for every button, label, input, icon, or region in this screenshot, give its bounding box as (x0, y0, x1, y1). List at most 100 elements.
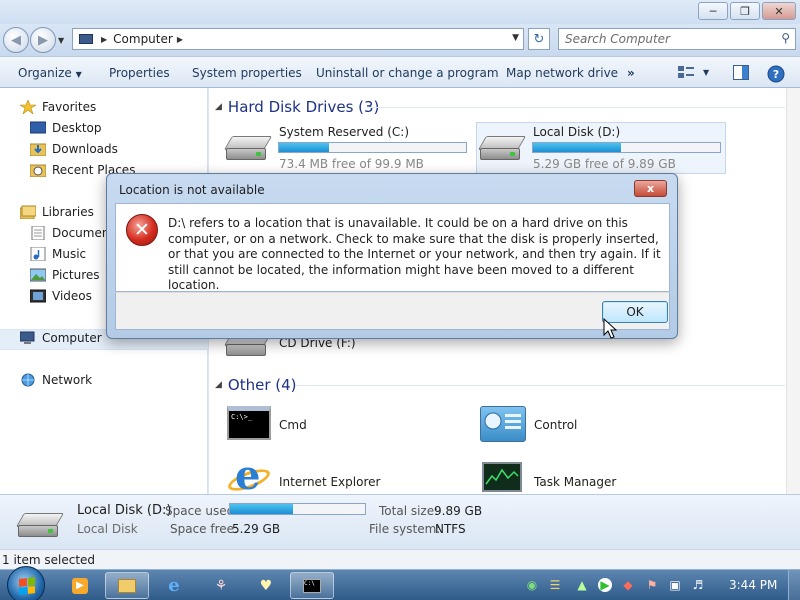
breadcrumb-computer[interactable]: Computer (113, 32, 173, 46)
start-button[interactable] (7, 566, 45, 600)
vertical-scrollbar[interactable] (786, 88, 800, 494)
downloads-folder-icon (29, 142, 47, 157)
collapse-arrow-icon[interactable]: ◢ (215, 380, 222, 390)
window-titlebar: ─ ❐ ✕ (0, 0, 800, 24)
organize-label: Organize (18, 66, 72, 80)
map-network-drive-button[interactable]: Map network drive (506, 66, 618, 80)
libraries-icon (19, 205, 37, 220)
cmd-shortcut[interactable]: C:\>_ Cmd (227, 406, 427, 446)
tray-app-icon[interactable]: ▲ (575, 578, 589, 592)
task-manager-shortcut[interactable]: Task Manager (480, 460, 680, 494)
nav-downloads[interactable]: Downloads (29, 142, 118, 157)
space-free-value: 5.29 GB (232, 522, 281, 536)
task-manager-icon (482, 462, 522, 492)
nav-videos[interactable]: Videos (29, 289, 92, 303)
error-message: D:\ refers to a location that is unavail… (168, 216, 661, 292)
tray-monitor-icon[interactable]: ▣ (668, 578, 682, 592)
taskbar-media-player[interactable]: ▶ (58, 572, 102, 599)
drive-c-free-space: 73.4 MB free of 99.9 MB (279, 157, 424, 171)
taskbar-app[interactable]: ♥ (244, 572, 288, 599)
computer-icon (79, 34, 93, 44)
show-desktop-button[interactable] (788, 570, 800, 600)
control-label: Control (534, 418, 578, 432)
dialog-body: ✕ D:\ refers to a location that is unava… (115, 203, 670, 292)
nav-music-label: Music (52, 247, 87, 261)
tray-play-icon[interactable]: ▶ (598, 578, 612, 592)
taskbar-cmd[interactable]: C:\ (290, 572, 334, 599)
window-controls: ─ ❐ ✕ (698, 2, 796, 20)
uninstall-program-button[interactable]: Uninstall or change a program (316, 66, 499, 80)
internet-explorer-icon: e (168, 575, 180, 596)
tray-volume-muted-icon[interactable]: ♬ (691, 578, 705, 592)
nav-videos-label: Videos (52, 289, 92, 303)
mouse-cursor-icon (603, 318, 617, 339)
hard-disk-drives-group[interactable]: ◢ Hard Disk Drives (3) (215, 98, 379, 116)
nav-network[interactable]: Network (20, 373, 92, 387)
breadcrumb-arrow-icon[interactable]: ▶ (101, 35, 107, 44)
details-usage-fill (230, 504, 294, 514)
search-input[interactable]: Search Computer ⚲ (558, 28, 796, 50)
error-icon: ✕ (126, 214, 158, 246)
forward-button[interactable]: ▶ (30, 27, 56, 53)
nav-libraries[interactable]: Libraries (19, 205, 94, 220)
internet-explorer-shortcut[interactable]: e Internet Explorer (225, 452, 427, 499)
other-group[interactable]: ◢ Other (4) (215, 376, 297, 394)
control-shortcut[interactable]: Control (480, 406, 680, 446)
explorer-folder-icon (118, 578, 136, 593)
tray-shield-icon[interactable]: ◆ (621, 578, 635, 592)
close-window-button[interactable]: ✕ (762, 2, 796, 20)
taskbar-clock[interactable]: 3:44 PM (729, 578, 777, 592)
tray-stack-icon[interactable]: ☰ (548, 578, 562, 592)
more-commands-button[interactable]: » (627, 66, 635, 80)
properties-button[interactable]: Properties (109, 66, 170, 80)
dialog-close-button[interactable]: x (634, 180, 667, 197)
minimize-button[interactable]: ─ (698, 2, 728, 20)
tray-flag-icon[interactable]: ⚑ (645, 578, 659, 592)
desktop-icon (29, 121, 47, 135)
hard-drive-icon (477, 136, 527, 162)
view-dropdown-icon[interactable]: ▼ (703, 68, 709, 77)
maximize-button[interactable]: ❐ (730, 2, 760, 20)
drive-d-name: Local Disk (D:) (533, 125, 621, 139)
nav-computer[interactable]: Computer (19, 331, 102, 345)
taskbar-explorer[interactable] (105, 572, 149, 599)
details-usage-bar (229, 503, 366, 515)
drive-c[interactable]: System Reserved (C:) 73.4 MB free of 99.… (223, 122, 474, 171)
taskbar-network-app[interactable]: ⚘ (199, 572, 243, 599)
help-icon[interactable]: ? (767, 65, 785, 86)
nav-music[interactable]: Music (30, 246, 87, 262)
recent-pages-dropdown[interactable]: ▼ (58, 36, 64, 45)
nav-desktop[interactable]: Desktop (29, 121, 102, 135)
drive-c-name: System Reserved (C:) (279, 125, 410, 139)
system-properties-button[interactable]: System properties (192, 66, 302, 80)
preview-pane-icon[interactable] (733, 65, 749, 83)
group-divider (367, 107, 785, 108)
search-icon[interactable]: ⚲ (781, 31, 790, 45)
nav-pictures[interactable]: Pictures (29, 268, 100, 282)
address-field[interactable]: ▶ Computer ▶ ▼ (72, 28, 524, 50)
file-system-value: NTFS (435, 522, 466, 536)
total-size-value: 9.89 GB (434, 504, 483, 518)
back-button[interactable]: ◀ (3, 27, 29, 53)
tray-network-icon[interactable]: ◉ (525, 578, 539, 592)
taskbar-internet-explorer[interactable]: e (152, 572, 196, 599)
windows-logo-icon (19, 577, 35, 595)
other-group-title: Other (4) (227, 376, 297, 394)
nav-computer-label: Computer (42, 331, 102, 345)
collapse-arrow-icon[interactable]: ◢ (215, 102, 222, 112)
drive-d[interactable]: Local Disk (D:) 5.29 GB free of 9.89 GB (477, 122, 728, 171)
nav-pictures-label: Pictures (52, 268, 100, 282)
music-icon (30, 246, 46, 262)
organize-button[interactable]: Organize ▼ (18, 66, 82, 80)
address-dropdown-icon[interactable]: ▼ (512, 33, 519, 43)
view-options-icon[interactable] (678, 65, 694, 82)
refresh-icon: ↻ (533, 31, 545, 47)
space-free-label: Space free: (170, 522, 239, 536)
drive-c-usage-bar (278, 142, 467, 153)
close-icon: x (646, 182, 655, 195)
recent-places-icon (29, 163, 47, 178)
breadcrumb-arrow-icon[interactable]: ▶ (177, 35, 183, 44)
refresh-button[interactable]: ↻ (528, 28, 550, 50)
nav-favorites[interactable]: Favorites (18, 99, 96, 115)
internet-explorer-icon: e (235, 452, 261, 499)
